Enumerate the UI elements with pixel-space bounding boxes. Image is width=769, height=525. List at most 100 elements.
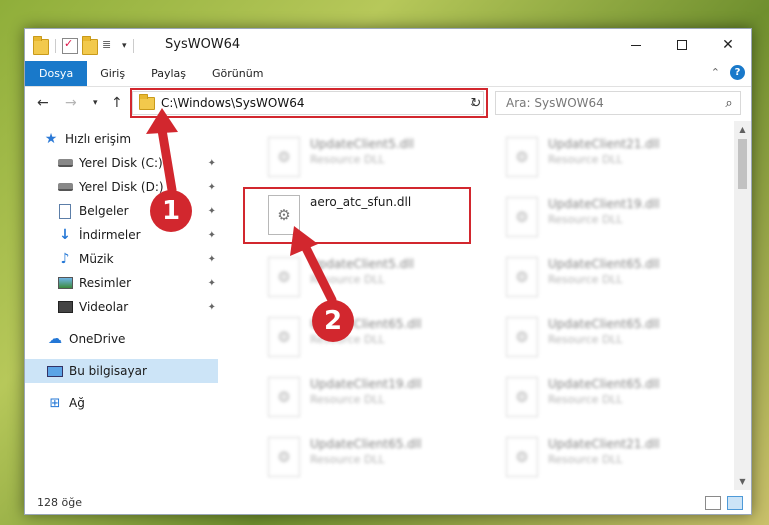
list-item[interactable]: ⚙ UpdateClient65.dll Resource DLL: [498, 309, 728, 373]
scroll-thumb[interactable]: [738, 139, 747, 189]
list-item[interactable]: ⚙ UpdateClient19.dll Resource DLL: [260, 369, 490, 433]
close-icon: ✕: [722, 37, 734, 53]
file-type: Resource DLL: [310, 273, 385, 286]
list-item[interactable]: ⚙ UpdateClient21.dll Resource DLL: [498, 129, 728, 193]
ribbon-tabs: Dosya Giriş Paylaş Görünüm ⌃ ?: [25, 61, 751, 87]
sidebar-item-label: Resimler: [79, 276, 132, 290]
sidebar-item-music[interactable]: ♪ Müzik ✦: [25, 247, 218, 271]
forward-arrow-icon[interactable]: →: [65, 95, 77, 111]
recent-locations-chevron-icon[interactable]: ▾: [93, 98, 98, 108]
status-bar: 128 öğe: [25, 490, 751, 514]
drive-icon: [57, 155, 73, 171]
large-icons-view-icon[interactable]: [727, 496, 743, 510]
toolbar-divider: [132, 39, 134, 53]
file-highlight-box: [243, 187, 471, 244]
search-placeholder[interactable]: Ara: SysWOW64: [506, 96, 718, 110]
star-icon: ★: [44, 131, 58, 147]
list-item[interactable]: ⚙ UpdateClient65.dll Resource DLL: [260, 429, 490, 485]
network-icon: ⊞: [49, 395, 61, 411]
drive-icon: [57, 179, 73, 195]
item-count: 128 öğe: [37, 495, 82, 509]
new-folder-icon[interactable]: [82, 36, 98, 55]
list-item[interactable]: ⚙ UpdateClient65.dll Resource DLL: [260, 309, 490, 373]
file-type: Resource DLL: [310, 393, 385, 406]
view-switcher: [705, 496, 743, 510]
list-item[interactable]: ⚙ UpdateClient19.dll Resource DLL: [498, 189, 728, 253]
onedrive-icon: ☁: [48, 331, 62, 347]
sidebar-item-local-disk-d[interactable]: Yerel Disk (D:) ✦: [25, 175, 218, 199]
rename-icon[interactable]: ≣: [102, 38, 118, 54]
pin-icon[interactable]: ✦: [208, 158, 216, 169]
step-1-badge: 1: [150, 190, 192, 232]
sidebar-item-label: Videolar: [79, 300, 129, 314]
search-box[interactable]: Ara: SysWOW64 ⌕: [495, 91, 741, 115]
explorer-window: ≣ ▾ SysWOW64 ✕ Dosya Giriş Paylaş Görünü…: [24, 28, 752, 515]
ribbon-right: ⌃ ?: [711, 65, 745, 80]
pin-icon[interactable]: ✦: [208, 278, 216, 289]
file-name: UpdateClient65.dll: [310, 437, 422, 451]
file-type: Resource DLL: [548, 213, 623, 226]
minimize-icon: [631, 44, 641, 46]
downloads-icon: ↓: [59, 227, 71, 243]
help-icon[interactable]: ?: [730, 65, 745, 80]
list-item[interactable]: ⚙ UpdateClient5.dll Resource DLL: [260, 129, 490, 193]
pin-icon[interactable]: ✦: [208, 230, 216, 241]
close-button[interactable]: ✕: [705, 29, 751, 61]
navigation-pane: ★ Hızlı erişim Yerel Disk (C:) ✦ Yerel D…: [25, 125, 218, 485]
file-type: Resource DLL: [548, 273, 623, 286]
dll-file-icon: ⚙: [506, 437, 538, 477]
sidebar-item-onedrive[interactable]: ☁ OneDrive: [25, 327, 218, 351]
scroll-down-arrow-icon[interactable]: ▼: [734, 473, 751, 490]
back-arrow-icon[interactable]: ←: [37, 95, 49, 111]
file-name: UpdateClient21.dll: [548, 437, 660, 451]
tab-share[interactable]: Paylaş: [138, 61, 199, 86]
properties-icon[interactable]: [62, 37, 78, 54]
list-item[interactable]: ⚙ UpdateClient5.dll Resource DLL: [260, 249, 490, 313]
file-type: Resource DLL: [548, 453, 623, 466]
sidebar-item-videos[interactable]: Videolar ✦: [25, 295, 218, 319]
sidebar-item-local-disk-c[interactable]: Yerel Disk (C:) ✦: [25, 151, 218, 175]
file-name: UpdateClient65.dll: [548, 257, 660, 271]
search-icon[interactable]: ⌕: [718, 96, 740, 111]
minimize-button[interactable]: [613, 29, 659, 61]
scroll-up-arrow-icon[interactable]: ▲: [734, 121, 751, 138]
sidebar-item-downloads[interactable]: ↓ İndirmeler ✦: [25, 223, 218, 247]
file-type: Resource DLL: [548, 333, 623, 346]
up-arrow-icon[interactable]: ↑: [111, 95, 123, 111]
maximize-button[interactable]: [659, 29, 705, 61]
dll-file-icon: ⚙: [506, 377, 538, 417]
vertical-scrollbar[interactable]: ▲ ▼: [734, 121, 751, 490]
sidebar-item-this-pc[interactable]: Bu bilgisayar: [25, 359, 218, 383]
list-item[interactable]: ⚙ UpdateClient65.dll Resource DLL: [498, 249, 728, 313]
sidebar-item-label: İndirmeler: [79, 228, 141, 242]
file-name: UpdateClient21.dll: [548, 137, 660, 151]
pin-icon[interactable]: ✦: [208, 302, 216, 313]
window-controls: ✕: [613, 29, 751, 61]
sidebar-item-label: OneDrive: [69, 332, 126, 346]
tab-home[interactable]: Giriş: [87, 61, 138, 86]
sidebar-item-network[interactable]: ⊞ Ağ: [25, 391, 218, 415]
toolbar-divider: [55, 39, 56, 53]
pin-icon[interactable]: ✦: [208, 182, 216, 193]
documents-icon: [57, 203, 73, 219]
list-item[interactable]: ⚙ UpdateClient21.dll Resource DLL: [498, 429, 728, 485]
customize-toolbar-chevron-icon[interactable]: ▾: [122, 41, 127, 51]
list-item[interactable]: ⚙ UpdateClient65.dll Resource DLL: [498, 369, 728, 433]
tab-file[interactable]: Dosya: [25, 61, 88, 86]
title-bar: ≣ ▾ SysWOW64 ✕: [25, 29, 751, 61]
dll-file-icon: ⚙: [506, 257, 538, 297]
sidebar-item-pictures[interactable]: Resimler ✦: [25, 271, 218, 295]
expand-ribbon-chevron-icon[interactable]: ⌃: [711, 66, 720, 79]
file-name: UpdateClient19.dll: [310, 377, 422, 391]
pin-icon[interactable]: ✦: [208, 254, 216, 265]
tab-view[interactable]: Görünüm: [199, 61, 276, 86]
sidebar-item-quick-access[interactable]: ★ Hızlı erişim: [25, 127, 218, 151]
dll-file-icon: ⚙: [268, 257, 300, 297]
details-view-icon[interactable]: [705, 496, 721, 510]
file-type: Resource DLL: [548, 153, 623, 166]
sidebar-item-label: Ağ: [69, 396, 85, 410]
dll-file-icon: ⚙: [268, 137, 300, 177]
pin-icon[interactable]: ✦: [208, 206, 216, 217]
music-icon: ♪: [60, 251, 70, 267]
folder-icon: [33, 36, 49, 55]
